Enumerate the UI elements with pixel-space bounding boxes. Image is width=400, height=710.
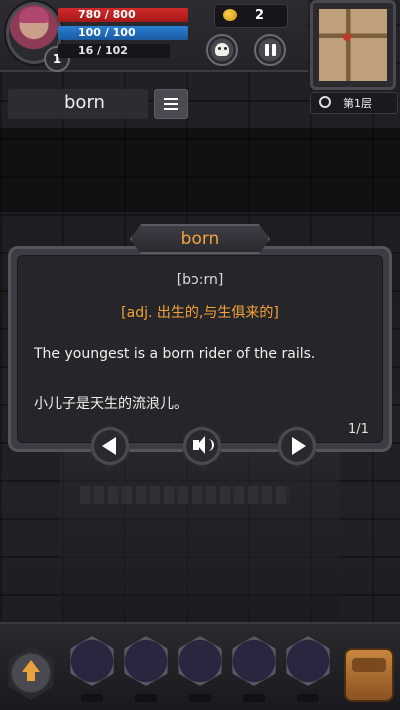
experience-bar: 16 / 102 xyxy=(58,44,170,58)
current-word: born xyxy=(64,92,105,113)
coin-count: 2 xyxy=(255,8,265,23)
health-bar: 780 / 800 xyxy=(58,8,188,22)
pause-button[interactable] xyxy=(254,34,286,66)
example-pager: 1/1 xyxy=(348,422,369,437)
search-icon xyxy=(319,96,331,108)
backpack-button[interactable] xyxy=(344,648,394,702)
list-icon xyxy=(164,98,178,100)
current-word-field: born xyxy=(8,89,148,119)
example-english: The youngest is a born rider of the rail… xyxy=(34,346,316,362)
coin-counter: 2 xyxy=(214,4,288,28)
part-of-speech: adj. xyxy=(126,305,153,321)
example-chinese: 小儿子是天生的流浪儿。 xyxy=(34,396,188,412)
slot-pad xyxy=(135,694,157,702)
monster-info-button[interactable] xyxy=(206,34,238,66)
dungeon-room xyxy=(60,450,340,620)
dungeon-corridor xyxy=(0,128,400,212)
floor-indicator[interactable]: 第1层 xyxy=(310,92,398,114)
pause-icon xyxy=(265,44,269,56)
floor-label: 第1层 xyxy=(343,97,372,110)
slot-pad xyxy=(81,694,103,702)
minimap[interactable] xyxy=(310,0,396,90)
word-card-title-text: born xyxy=(180,229,220,249)
coin-icon xyxy=(223,9,237,21)
definition: [adj. 出生的,与生俱来的] xyxy=(121,305,279,321)
player-marker xyxy=(343,33,351,41)
word-card-title: born xyxy=(130,224,270,254)
wall-pattern xyxy=(80,486,290,504)
slot-pad xyxy=(297,694,319,702)
skull-icon xyxy=(215,43,229,56)
word-list-button[interactable] xyxy=(154,89,188,119)
prev-arrow-icon xyxy=(102,437,116,455)
mana-bar: 100 / 100 xyxy=(58,26,188,40)
next-arrow-icon xyxy=(292,437,306,455)
slot-pad xyxy=(189,694,211,702)
backpack-icon xyxy=(352,658,386,672)
phonetic: [bɔ:rn] xyxy=(176,272,224,288)
slot-pad xyxy=(243,694,265,702)
definition-text: 出生的,与生俱来的 xyxy=(156,305,274,321)
